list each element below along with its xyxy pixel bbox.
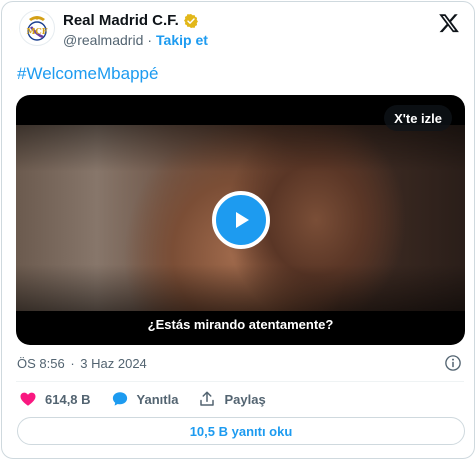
play-button[interactable] — [212, 191, 270, 249]
tweet-timestamp[interactable]: ÖS 8:56 · 3 Haz 2024 — [17, 356, 147, 371]
video-subtitle: ¿Estás mirando atentamente? — [147, 317, 334, 332]
share-button[interactable]: Paylaş — [198, 390, 266, 408]
x-logo-icon[interactable] — [438, 12, 460, 34]
read-replies-button[interactable]: 10,5 B yanıtı oku — [17, 417, 465, 445]
reply-button[interactable]: Yanıtla — [111, 390, 179, 408]
tweet-header: MCF Real Madrid C.F. @realmadrid · Takip… — [2, 2, 474, 54]
share-icon — [200, 391, 215, 406]
verified-badge-icon — [183, 13, 198, 28]
avatar[interactable]: MCF — [19, 10, 55, 46]
divider — [16, 381, 464, 382]
timestamp-separator: · — [70, 356, 75, 371]
tweet-hashtag-link[interactable]: #WelcomeMbappé — [17, 64, 158, 84]
real-madrid-crest-icon: MCF — [27, 16, 48, 41]
play-icon — [236, 212, 249, 228]
svg-text:MCF: MCF — [27, 26, 48, 36]
author-handle[interactable]: @realmadrid — [63, 32, 143, 48]
watch-on-x-button[interactable]: X'te izle — [384, 105, 452, 131]
follow-button[interactable]: Takip et — [156, 32, 208, 48]
display-name[interactable]: Real Madrid C.F. — [63, 12, 179, 29]
heart-icon — [20, 392, 36, 406]
tweet-date: 3 Haz 2024 — [80, 356, 147, 371]
video-player[interactable]: X'te izle ¿Estás mirando atentamente? — [16, 95, 465, 345]
info-icon[interactable] — [444, 354, 462, 372]
tweet-time: ÖS 8:56 — [17, 356, 65, 371]
like-count: 614,8 B — [45, 391, 91, 407]
separator-dot: · — [147, 32, 153, 48]
tweet-actions: 614,8 B Yanıtla Paylaş — [19, 390, 286, 408]
reply-icon — [112, 392, 127, 406]
reply-label: Yanıtla — [136, 391, 179, 407]
like-button[interactable]: 614,8 B — [19, 390, 91, 408]
tweet-card: MCF Real Madrid C.F. @realmadrid · Takip… — [1, 1, 475, 459]
share-label: Paylaş — [224, 391, 266, 407]
